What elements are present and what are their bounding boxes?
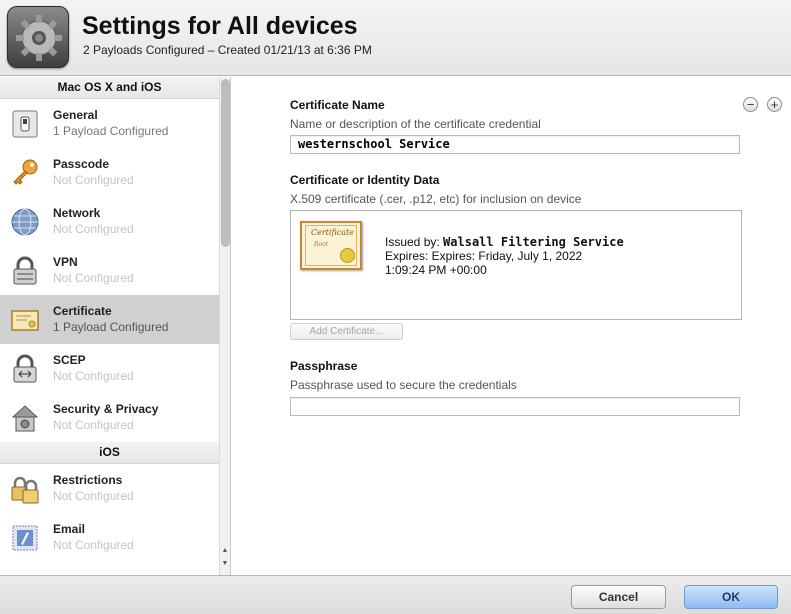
issued-by-value: Walsall Filtering Service xyxy=(443,235,624,249)
section-header-mac-ios: Mac OS X and iOS xyxy=(0,77,219,99)
sidebar-item-status: Not Configured xyxy=(53,489,134,503)
issued-by-prefix: Issued by: xyxy=(385,235,440,249)
stamp-icon xyxy=(12,525,38,551)
certificate-drop-area[interactable]: Certificate Root Issued by: Walsall Filt… xyxy=(290,210,742,320)
sidebar-item-certificate[interactable]: Certificate 1 Payload Configured xyxy=(0,295,219,344)
passphrase-input[interactable] xyxy=(290,397,740,416)
general-switch-icon xyxy=(12,110,38,138)
sidebar-item-label: Network xyxy=(53,206,101,220)
certificate-expiry: Expires: Expires: Friday, July 1, 2022 xyxy=(385,249,583,263)
certificate-image-title: Certificate xyxy=(311,228,354,237)
page-title: Settings for All devices xyxy=(82,12,358,40)
sidebar-item-status: Not Configured xyxy=(53,369,134,383)
certificate-name-label: Certificate Name xyxy=(290,98,385,112)
sidebar-item-status: Not Configured xyxy=(53,538,134,552)
sidebar-item-status: Not Configured xyxy=(53,418,134,432)
sidebar-item-label: Restrictions xyxy=(53,473,123,487)
add-certificate-button[interactable]: Add Certificate... xyxy=(290,323,403,340)
key-icon xyxy=(13,159,38,185)
sidebar-item-status: Not Configured xyxy=(53,271,134,285)
lock-exchange-icon xyxy=(13,354,37,383)
dialog-footer: Cancel OK xyxy=(0,575,791,614)
certificate-data-label: Certificate or Identity Data xyxy=(290,173,440,187)
padlocks-icon xyxy=(11,476,39,504)
sidebar-item-label: Certificate xyxy=(53,304,112,318)
payload-sidebar: Mac OS X and iOS General 1 Payload Confi… xyxy=(0,77,219,575)
sidebar-item-label: VPN xyxy=(53,255,78,269)
certificate-name-description: Name or description of the certificate c… xyxy=(290,117,541,131)
sidebar-item-passcode[interactable]: Passcode Not Configured xyxy=(0,148,219,197)
globe-icon xyxy=(11,208,39,236)
certificate-icon xyxy=(11,310,39,331)
lock-icon xyxy=(13,256,37,285)
sidebar-scrollbar[interactable]: ▲ ▼ xyxy=(219,77,231,575)
remove-payload-button[interactable]: − xyxy=(743,97,758,112)
scroll-up-arrow-icon[interactable]: ▲ xyxy=(220,545,230,556)
sidebar-item-label: Security & Privacy xyxy=(53,402,159,416)
house-security-icon xyxy=(11,405,39,432)
section-header-ios: iOS xyxy=(0,442,219,464)
sidebar-item-status: Not Configured xyxy=(53,222,134,236)
sidebar-item-network[interactable]: Network Not Configured xyxy=(0,197,219,246)
sidebar-item-label: General xyxy=(53,108,98,122)
cancel-button[interactable]: Cancel xyxy=(571,585,666,609)
sidebar-item-label: Email xyxy=(53,522,86,536)
sidebar-item-restrictions[interactable]: Restrictions Not Configured xyxy=(0,464,219,513)
certificate-seal-icon xyxy=(340,248,355,263)
settings-gear-icon xyxy=(7,6,69,68)
sidebar-item-general[interactable]: General 1 Payload Configured xyxy=(0,99,219,148)
page-subtitle: 2 Payloads Configured – Created 01/21/13… xyxy=(83,43,372,57)
sidebar-item-status: Not Configured xyxy=(53,173,134,187)
sidebar-item-vpn[interactable]: VPN Not Configured xyxy=(0,246,219,295)
passphrase-description: Passphrase used to secure the credential… xyxy=(290,378,517,392)
certificate-icon: Certificate Root xyxy=(300,221,362,270)
ok-button[interactable]: OK xyxy=(684,585,778,609)
certificate-expiry-time: 1:09:24 PM +00:00 xyxy=(385,263,487,277)
sidebar-item-status: 1 Payload Configured xyxy=(53,320,169,334)
certificate-payload-form: − + Certificate Name Name or description… xyxy=(232,77,791,575)
sidebar-item-security-privacy[interactable]: Security & Privacy Not Configured xyxy=(0,393,219,442)
sidebar-item-status: 1 Payload Configured xyxy=(53,124,169,138)
certificate-name-input[interactable]: westernschool Service xyxy=(290,135,740,154)
sidebar-item-email[interactable]: Email Not Configured xyxy=(0,513,219,562)
sidebar-item-label: Passcode xyxy=(53,157,110,171)
sidebar-item-scep[interactable]: SCEP Not Configured xyxy=(0,344,219,393)
sidebar-item-label: SCEP xyxy=(53,353,86,367)
certificate-data-description: X.509 certificate (.cer, .p12, etc) for … xyxy=(290,192,582,206)
window-header: Settings for All devices 2 Payloads Conf… xyxy=(0,0,791,76)
certificate-details: Issued by: Walsall Filtering Service Exp… xyxy=(385,235,624,277)
scroll-down-arrow-icon[interactable]: ▼ xyxy=(220,558,230,569)
scrollbar-thumb[interactable] xyxy=(221,79,230,247)
certificate-image-subtitle: Root xyxy=(314,241,329,248)
passphrase-label: Passphrase xyxy=(290,359,358,373)
add-payload-button[interactable]: + xyxy=(767,97,782,112)
